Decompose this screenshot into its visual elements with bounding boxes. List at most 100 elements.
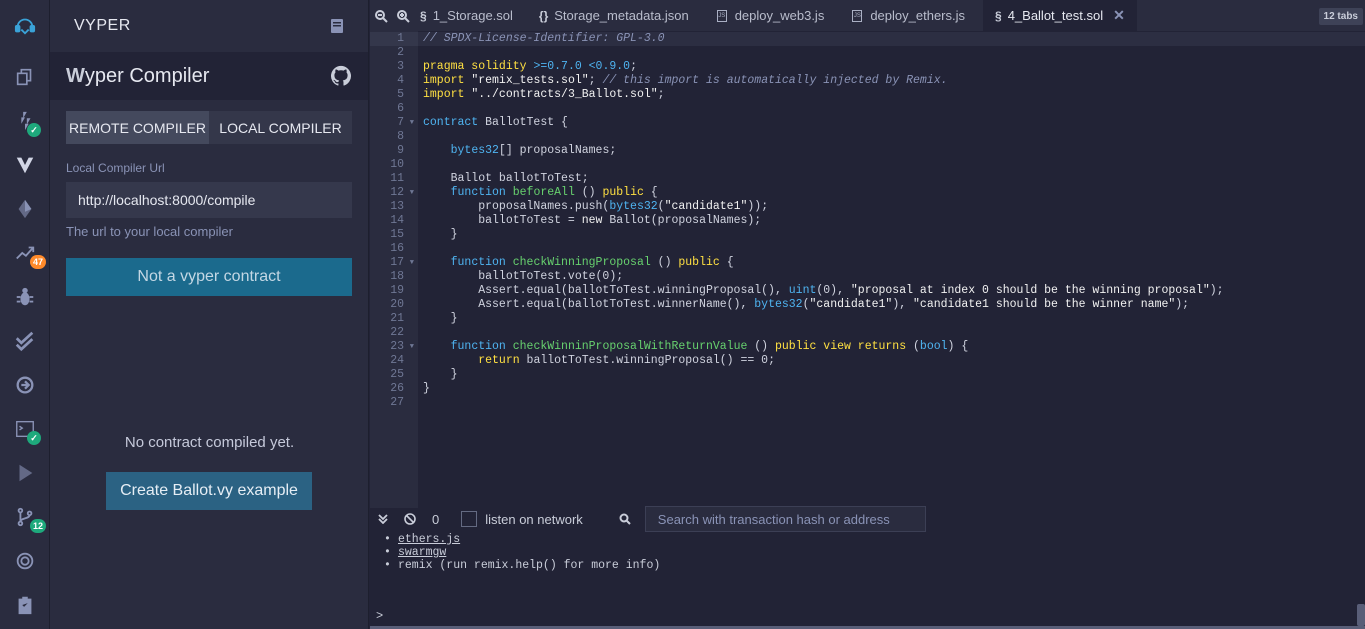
fold-toggle-icon[interactable]: ▼ (410, 186, 414, 200)
transaction-search-input[interactable] (644, 506, 926, 532)
js-file-icon: JS (852, 9, 863, 22)
zoom-in-icon[interactable] (392, 0, 414, 31)
line-number: 17 ▼ (390, 256, 414, 270)
settings-icon[interactable] (8, 544, 42, 578)
analysis-icon[interactable]: 47 (8, 236, 46, 270)
no-contract-message: No contract compiled yet. (124, 434, 295, 451)
fold-toggle-icon[interactable]: ▼ (410, 116, 414, 130)
terminal-toolbar: 0 listen on network (370, 506, 1365, 532)
code-line: ballotToTest = new Ballot(proposalNames)… (423, 214, 762, 227)
close-tab-icon[interactable]: ✕ (1113, 7, 1125, 24)
line-number: 11 (390, 172, 404, 185)
terminal-line: • swarmgw (384, 546, 447, 559)
line-number: 16 (390, 242, 404, 255)
listen-network-label: listen on network (485, 511, 583, 527)
line-number: 18 (390, 270, 404, 283)
local-compiler-url-label: Local Compiler Url (66, 161, 165, 175)
local-compiler-url-input[interactable] (66, 182, 352, 218)
code-line: // SPDX-License-Identifier: GPL-3.0 (418, 32, 1365, 46)
line-number: 25 (390, 368, 404, 381)
git-badge: 12 (29, 519, 46, 533)
code-line: Ballot ballotToTest; (423, 172, 589, 185)
code-editor[interactable]: 1 2 3 4 5 6 7 ▼ 8 9 10 11 12 ▼ 13 14 15 16 17 ▼ 18 19 20 21 22 23… (370, 31, 1365, 508)
analysis-badge: 47 (29, 255, 46, 269)
code-line: proposalNames.push(bytes32("candidate1")… (423, 200, 769, 213)
plugin-title: Wyper Compiler (66, 64, 210, 87)
terminal-plugin-icon[interactable]: ✓ (8, 412, 42, 446)
terminal-scrollbar[interactable] (1357, 604, 1365, 626)
solidity-file-icon: § (995, 8, 1002, 23)
code-body[interactable]: // SPDX-License-Identifier: GPL-3.0 prag… (418, 31, 1365, 508)
line-number: 9 (397, 144, 404, 157)
file-tab[interactable]: JS deploy_web3.js (701, 0, 837, 31)
editor-tabbar: § 1_Storage.sol {} Storage_metadata.json… (370, 0, 1365, 31)
compile-success-badge: ✓ (27, 123, 41, 137)
code-line: bytes32[] proposalNames; (450, 144, 617, 157)
json-file-icon: {} (538, 8, 549, 23)
terminal-line: • remix (run remix.help() for more info) (384, 559, 661, 572)
terminal-link[interactable]: ethers.js (398, 533, 460, 546)
vyper-logo-letter: W (66, 64, 85, 87)
solidity-file-icon: § (420, 8, 427, 23)
file-tab[interactable]: {} Storage_metadata.json (525, 0, 701, 31)
debugger-icon[interactable] (8, 280, 42, 314)
plugin-manager-icon[interactable] (8, 368, 42, 402)
clear-console-icon[interactable] (404, 513, 416, 525)
unit-test-icon[interactable] (8, 324, 42, 358)
terminal-text: remix (run remix.help() for more info) (398, 559, 661, 572)
editor-area: § 1_Storage.sol {} Storage_metadata.json… (370, 0, 1365, 629)
icon-rail: ✓ 47 ✓ 12 (0, 0, 50, 629)
local-compiler-url-hint: The url to your local compiler (66, 224, 233, 239)
vyper-icon[interactable] (8, 148, 42, 182)
line-number: 23 ▼ (390, 340, 414, 354)
git-icon[interactable]: 12 (8, 500, 46, 534)
line-number: 8 (397, 130, 404, 143)
js-file-icon: JS (716, 9, 727, 22)
code-line: } (423, 382, 430, 395)
collapse-terminal-icon[interactable] (378, 514, 388, 524)
github-icon[interactable] (330, 65, 352, 87)
fold-toggle-icon[interactable]: ▼ (410, 256, 414, 270)
code-line: Assert.equal(ballotToTest.winnerName(), … (423, 298, 1190, 311)
zoom-out-icon[interactable] (370, 0, 392, 31)
create-example-button[interactable]: Create Ballot.vy example (106, 472, 312, 510)
run-icon[interactable] (8, 456, 42, 490)
code-line: pragma solidity >=0.7.0 <0.9.0; (423, 60, 637, 73)
compile-status-button[interactable]: Not a vyper contract (66, 258, 352, 296)
file-tab-label: deploy_ethers.js (870, 8, 965, 23)
file-tab-label: 1_Storage.sol (432, 8, 513, 23)
fold-toggle-icon[interactable]: ▼ (410, 340, 414, 354)
file-tab-active[interactable]: § 4_Ballot_test.sol ✕ (983, 0, 1137, 31)
code-line: Assert.equal(ballotToTest.winningProposa… (423, 284, 1224, 297)
terminal-line: • ethers.js (384, 533, 461, 546)
line-number: 4 (397, 74, 404, 87)
line-number: 20 (390, 298, 404, 311)
tabs-count-badge[interactable]: 12 tabs (1318, 8, 1363, 25)
plugin-panel: VYPER Wyper Compiler REMOTE COMPILER LOC… (50, 0, 369, 629)
solidity-compiler-icon[interactable]: ✓ (8, 104, 42, 138)
terminal-prompt[interactable]: > (376, 609, 383, 623)
file-tab[interactable]: § 1_Storage.sol (414, 0, 525, 31)
documentation-icon[interactable] (330, 18, 344, 34)
panel-header: VYPER (50, 0, 368, 52)
line-number: 19 (390, 284, 404, 297)
deploy-icon[interactable] (8, 192, 42, 226)
file-tab[interactable]: JS deploy_ethers.js (836, 0, 977, 31)
remix-logo-icon[interactable] (8, 8, 42, 42)
line-number: 27 (390, 396, 404, 409)
clipboard-icon[interactable] (8, 588, 42, 622)
line-number: 26 (390, 382, 404, 395)
line-number: 7 ▼ (397, 116, 414, 130)
line-number: 5 (397, 88, 404, 101)
code-line: } (423, 228, 458, 241)
listen-network-checkbox[interactable] (461, 511, 478, 527)
tab-local-compiler[interactable]: LOCAL COMPILER (209, 111, 352, 144)
terminal-link[interactable]: swarmgw (398, 546, 446, 559)
compiler-mode-tabs: REMOTE COMPILER LOCAL COMPILER (66, 111, 352, 144)
terminal-output[interactable]: • ethers.js • swarmgw • remix (run remix.he… (370, 532, 1365, 629)
line-number: 12 ▼ (390, 186, 414, 200)
code-line: } (423, 312, 458, 325)
tab-remote-compiler[interactable]: REMOTE COMPILER (66, 111, 209, 144)
files-icon[interactable] (8, 60, 42, 94)
line-number: 13 (390, 200, 404, 213)
